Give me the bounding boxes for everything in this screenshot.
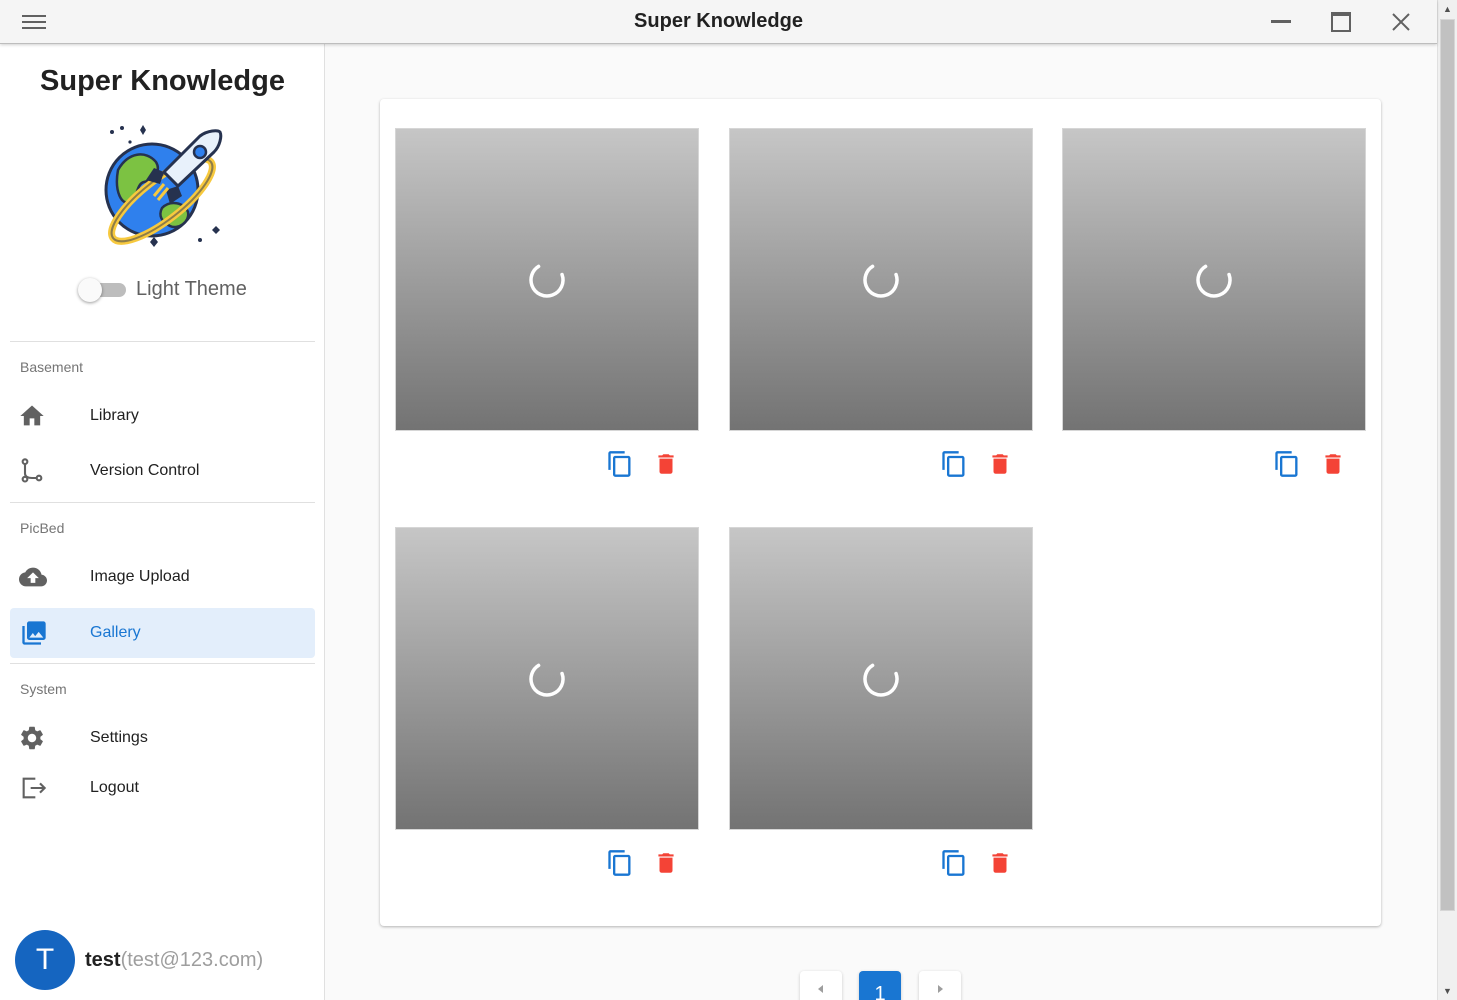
sidebar-item-version-control[interactable]: Version Control bbox=[10, 446, 315, 496]
theme-toggle[interactable]: Light Theme bbox=[78, 274, 247, 304]
home-icon bbox=[18, 401, 68, 431]
next-page-button[interactable] bbox=[919, 971, 961, 1000]
copy-link-button[interactable] bbox=[605, 449, 635, 479]
sidebar-item-label: Version Control bbox=[90, 462, 200, 479]
copy-link-button[interactable] bbox=[939, 449, 969, 479]
gallery-card bbox=[380, 99, 1381, 926]
sidebar-item-library[interactable]: Library bbox=[10, 391, 315, 441]
maximize-icon[interactable] bbox=[1328, 9, 1354, 35]
scrollbar-thumb[interactable] bbox=[1440, 19, 1455, 911]
copy-link-button[interactable] bbox=[1272, 449, 1302, 479]
section-title-system: System bbox=[20, 681, 67, 697]
section-title-basement: Basement bbox=[20, 359, 84, 375]
section-title-picbed: PicBed bbox=[20, 520, 65, 536]
gallery-tile bbox=[729, 527, 1033, 876]
image-multiple-icon bbox=[18, 618, 68, 648]
loading-spinner-icon bbox=[1196, 261, 1232, 298]
gear-icon bbox=[18, 723, 68, 753]
minimize-icon[interactable] bbox=[1268, 9, 1294, 35]
title-bar: Super Knowledge bbox=[0, 0, 1437, 44]
sidebar-item-label: Settings bbox=[90, 729, 148, 746]
globe-rocket-logo bbox=[100, 122, 226, 250]
gallery-tile bbox=[395, 527, 699, 876]
page-button-current[interactable]: 1 bbox=[859, 971, 901, 1000]
copy-icon bbox=[942, 451, 965, 477]
loading-spinner-icon bbox=[529, 660, 565, 697]
trash-icon bbox=[992, 454, 1008, 474]
trash-icon bbox=[658, 454, 674, 474]
trash-icon bbox=[1325, 454, 1341, 474]
image-thumbnail[interactable] bbox=[1062, 128, 1366, 431]
copy-icon bbox=[608, 850, 631, 876]
delete-image-button[interactable] bbox=[1318, 449, 1348, 479]
sidebar-item-label: Library bbox=[90, 407, 139, 424]
delete-image-button[interactable] bbox=[985, 449, 1015, 479]
gallery-tile bbox=[729, 128, 1033, 477]
source-branch-icon bbox=[18, 456, 68, 486]
user-email: (test@123.com) bbox=[120, 948, 264, 971]
delete-image-button[interactable] bbox=[651, 449, 681, 479]
divider bbox=[10, 663, 315, 664]
trash-icon bbox=[992, 853, 1008, 873]
copy-icon bbox=[942, 850, 965, 876]
cloud-upload-icon bbox=[18, 562, 68, 592]
window-title: Super Knowledge bbox=[634, 10, 803, 32]
loading-spinner-icon bbox=[863, 261, 899, 298]
user-profile[interactable]: T test (test@123.com) bbox=[15, 930, 263, 990]
copy-link-button[interactable] bbox=[939, 848, 969, 878]
sidebar-item-settings[interactable]: Settings bbox=[10, 713, 315, 763]
copy-icon bbox=[608, 451, 631, 477]
image-thumbnail[interactable] bbox=[395, 128, 699, 431]
sidebar-item-gallery[interactable]: Gallery bbox=[10, 608, 315, 658]
chevron-left-icon bbox=[818, 985, 823, 993]
copy-link-button[interactable] bbox=[605, 848, 635, 878]
close-icon[interactable] bbox=[1388, 9, 1414, 35]
vertical-scrollbar[interactable]: ▲ ▼ bbox=[1437, 0, 1457, 1000]
scroll-up-icon[interactable]: ▲ bbox=[1438, 0, 1457, 18]
gallery-tile bbox=[1062, 128, 1366, 477]
image-thumbnail[interactable] bbox=[395, 527, 699, 830]
trash-icon bbox=[658, 853, 674, 873]
logout-icon bbox=[18, 773, 68, 803]
avatar[interactable]: T bbox=[15, 930, 75, 990]
sidebar-brand-title: Super Knowledge bbox=[40, 65, 285, 97]
sidebar-item-label: Gallery bbox=[90, 624, 141, 641]
divider bbox=[10, 341, 315, 342]
delete-image-button[interactable] bbox=[651, 848, 681, 878]
loading-spinner-icon bbox=[529, 261, 565, 298]
chevron-right-icon bbox=[938, 985, 943, 993]
image-thumbnail[interactable] bbox=[729, 128, 1033, 431]
divider bbox=[10, 502, 315, 503]
user-name: test bbox=[85, 948, 121, 971]
gallery-tile bbox=[395, 128, 699, 477]
image-thumbnail[interactable] bbox=[729, 527, 1033, 830]
sidebar-item-label: Image Upload bbox=[90, 568, 190, 585]
sidebar-item-logout[interactable]: Logout bbox=[10, 763, 315, 813]
scroll-down-icon[interactable]: ▼ bbox=[1438, 982, 1457, 1000]
theme-toggle-label: Light Theme bbox=[136, 277, 247, 300]
loading-spinner-icon bbox=[863, 660, 899, 697]
sidebar-item-label: Logout bbox=[90, 779, 139, 796]
delete-image-button[interactable] bbox=[985, 848, 1015, 878]
theme-switch[interactable] bbox=[78, 277, 126, 302]
prev-page-button[interactable] bbox=[800, 971, 842, 1000]
sidebar: Super Knowledge Light Theme Basement Lib… bbox=[0, 44, 325, 1000]
copy-icon bbox=[1275, 451, 1298, 477]
sidebar-item-image-upload[interactable]: Image Upload bbox=[10, 552, 315, 602]
